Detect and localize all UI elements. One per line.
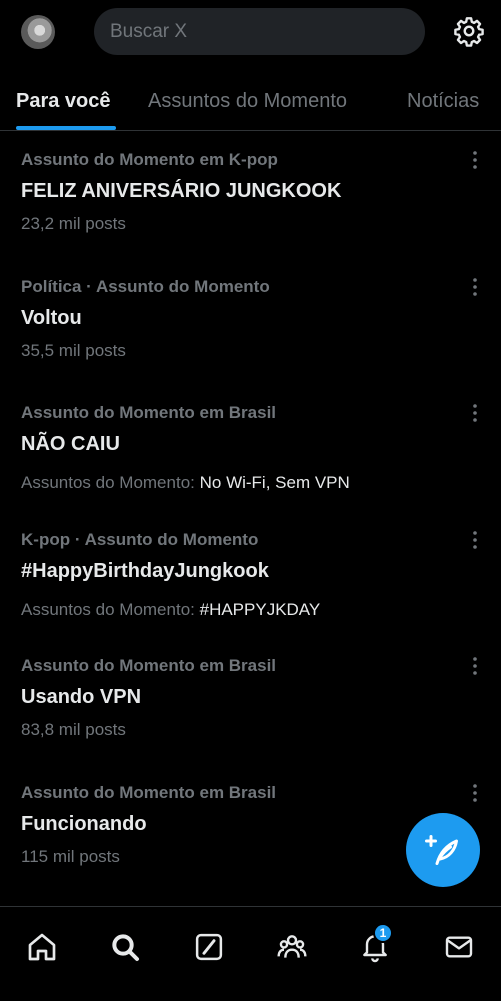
trend-related-prefix: Assuntos do Momento: bbox=[21, 473, 195, 492]
more-options-icon[interactable] bbox=[466, 403, 484, 425]
tab-para-voce[interactable]: Para você bbox=[16, 90, 111, 113]
trend-related: Assuntos do Momento: #HAPPYJKDAY bbox=[21, 600, 320, 620]
trend-title: Usando VPN bbox=[21, 686, 142, 708]
search-icon bbox=[112, 934, 139, 961]
trend-meta: Assunto do Momento em Brasil bbox=[21, 783, 277, 802]
trend-item[interactable]: Política · Assunto do Momento Voltou 35,… bbox=[0, 277, 501, 403]
nav-search[interactable] bbox=[105, 927, 145, 967]
avatar[interactable] bbox=[21, 15, 55, 49]
compose-post-icon bbox=[425, 835, 458, 865]
compose-post-button[interactable] bbox=[406, 813, 480, 887]
search-placeholder: Buscar X bbox=[110, 20, 188, 42]
trend-title: Funcionando bbox=[21, 813, 147, 835]
trend-related: Assuntos do Momento: No Wi-Fi, Sem VPN bbox=[21, 473, 350, 493]
communities-icon bbox=[277, 935, 307, 958]
trend-related-topics[interactable]: No Wi-Fi, Sem VPN bbox=[200, 473, 350, 492]
active-tab-indicator bbox=[16, 126, 116, 130]
trend-post-count: 23,2 mil posts bbox=[21, 214, 126, 233]
messages-icon bbox=[445, 936, 473, 958]
more-options-icon[interactable] bbox=[466, 277, 484, 299]
trend-title: Voltou bbox=[21, 307, 82, 329]
trend-title: #HappyBirthdayJungkook bbox=[21, 560, 269, 582]
gear-icon bbox=[454, 17, 484, 47]
settings-button[interactable] bbox=[453, 15, 485, 47]
grok-icon bbox=[195, 933, 223, 961]
trend-meta: Assunto do Momento em K-pop bbox=[21, 150, 278, 169]
trend-meta: Assunto do Momento em Brasil bbox=[21, 403, 277, 422]
trend-item[interactable]: Assunto do Momento em K-pop FELIZ ANIVER… bbox=[0, 150, 501, 276]
tab-assuntos-do-momento[interactable]: Assuntos do Momento bbox=[148, 90, 347, 113]
top-bar: Buscar X bbox=[0, 0, 501, 64]
more-options-icon[interactable] bbox=[466, 656, 484, 678]
trend-meta: Política · Assunto do Momento bbox=[21, 277, 270, 296]
tab-bar: Para você Assuntos do Momento Notícias bbox=[0, 80, 501, 131]
trend-item[interactable]: K-pop · Assunto do Momento #HappyBirthda… bbox=[0, 530, 501, 656]
nav-communities[interactable] bbox=[272, 927, 312, 967]
trend-title: NÃO CAIU bbox=[21, 433, 120, 455]
nav-home[interactable] bbox=[22, 927, 62, 967]
more-options-icon[interactable] bbox=[466, 150, 484, 172]
trend-item[interactable]: Assunto do Momento em Brasil NÃO CAIU As… bbox=[0, 403, 501, 529]
nav-messages[interactable] bbox=[439, 927, 479, 967]
more-options-icon[interactable] bbox=[466, 530, 484, 552]
trend-meta: K-pop · Assunto do Momento bbox=[21, 530, 259, 549]
trend-post-count: 83,8 mil posts bbox=[21, 720, 126, 739]
more-options-icon[interactable] bbox=[466, 783, 484, 805]
trend-meta: Assunto do Momento em Brasil bbox=[21, 656, 277, 675]
home-icon bbox=[28, 933, 56, 961]
bottom-navigation: 1 bbox=[0, 906, 501, 1001]
notification-count-badge: 1 bbox=[373, 923, 393, 943]
trend-related-topics[interactable]: #HAPPYJKDAY bbox=[200, 600, 321, 619]
nav-grok[interactable] bbox=[189, 927, 229, 967]
trend-item[interactable]: Assunto do Momento em Brasil Usando VPN … bbox=[0, 656, 501, 782]
trend-title: FELIZ ANIVERSÁRIO JUNGKOOK bbox=[21, 180, 342, 202]
nav-notifications[interactable]: 1 bbox=[355, 923, 395, 967]
trend-post-count: 115 mil posts bbox=[21, 847, 120, 866]
search-input[interactable]: Buscar X bbox=[94, 8, 425, 55]
trend-related-prefix: Assuntos do Momento: bbox=[21, 600, 195, 619]
tab-noticias[interactable]: Notícias bbox=[407, 90, 479, 113]
trend-post-count: 35,5 mil posts bbox=[21, 341, 126, 360]
